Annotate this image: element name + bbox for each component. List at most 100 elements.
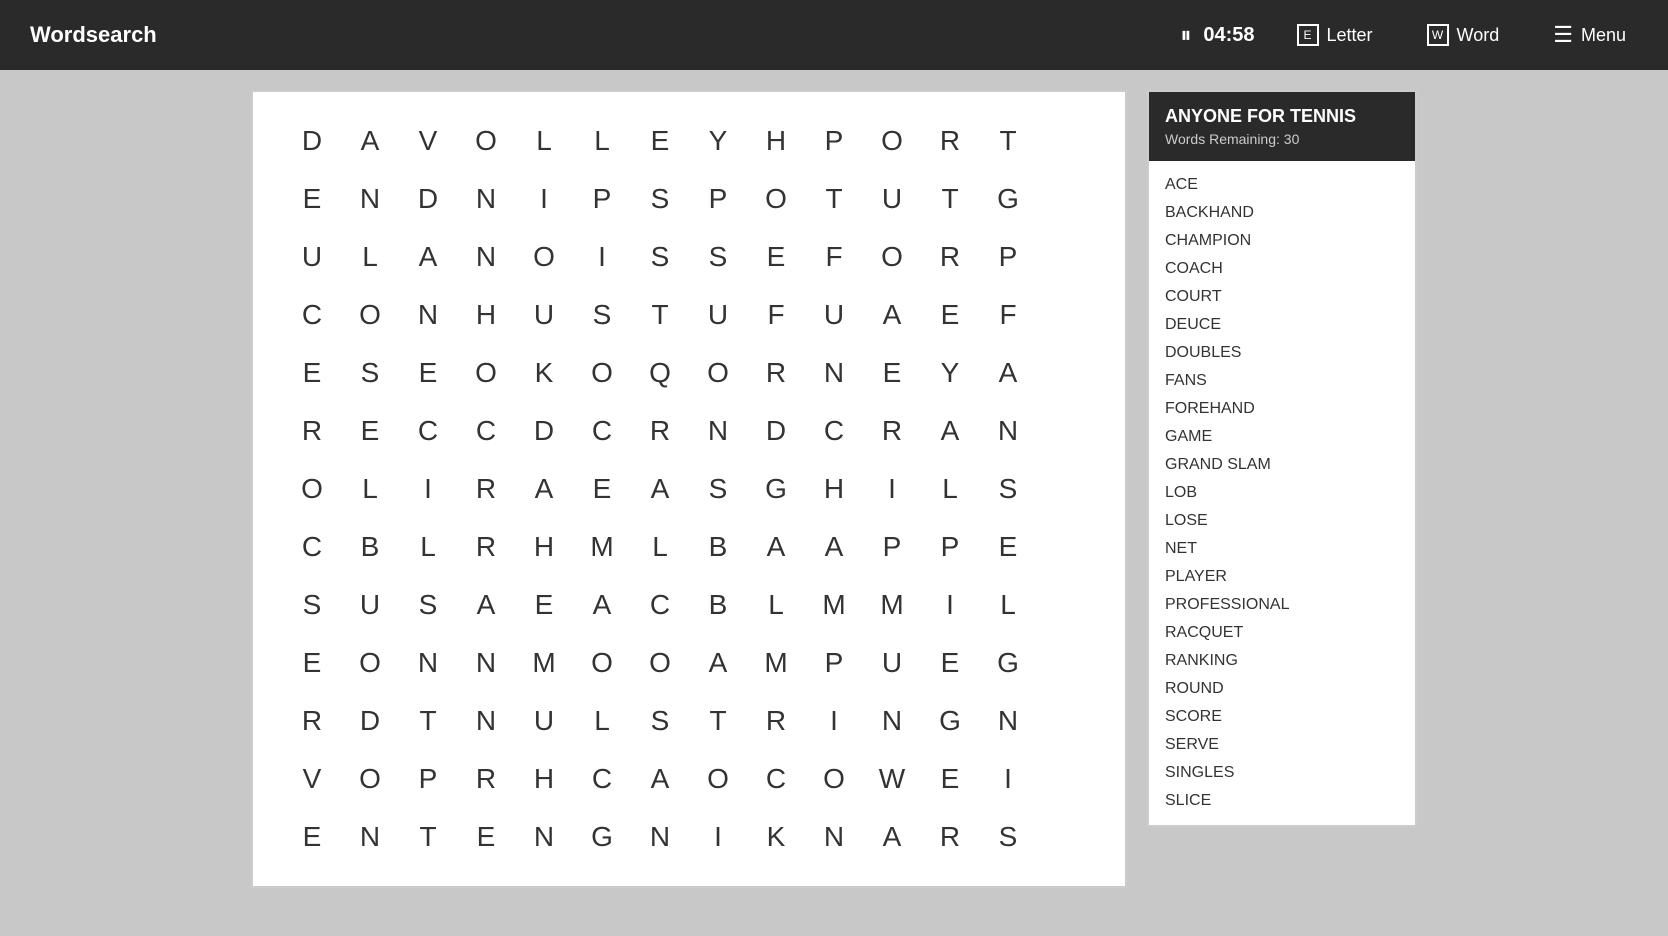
grid-cell[interactable]: E [399, 344, 457, 402]
grid-cell[interactable]: S [341, 344, 399, 402]
grid-cell[interactable] [1037, 228, 1095, 286]
grid-cell[interactable]: E [283, 634, 341, 692]
grid-cell[interactable]: O [863, 228, 921, 286]
grid-cell[interactable]: O [689, 344, 747, 402]
grid-cell[interactable]: N [515, 808, 573, 866]
grid-cell[interactable]: T [979, 112, 1037, 170]
grid-cell[interactable]: C [457, 402, 515, 460]
grid-cell[interactable]: L [747, 576, 805, 634]
grid-cell[interactable]: G [573, 808, 631, 866]
grid-cell[interactable]: O [573, 634, 631, 692]
grid-cell[interactable]: A [921, 402, 979, 460]
word-button[interactable]: W Word [1415, 18, 1512, 52]
grid-cell[interactable]: N [979, 402, 1037, 460]
grid-cell[interactable]: S [979, 460, 1037, 518]
grid-cell[interactable] [1037, 750, 1095, 808]
grid-cell[interactable]: N [341, 808, 399, 866]
grid-cell[interactable]: S [399, 576, 457, 634]
grid-cell[interactable]: M [573, 518, 631, 576]
grid-cell[interactable]: B [341, 518, 399, 576]
grid-cell[interactable]: T [805, 170, 863, 228]
grid-cell[interactable] [1037, 460, 1095, 518]
grid-cell[interactable]: M [515, 634, 573, 692]
grid-cell[interactable]: O [457, 344, 515, 402]
grid-cell[interactable]: R [863, 402, 921, 460]
grid-cell[interactable]: A [863, 808, 921, 866]
grid-cell[interactable]: H [457, 286, 515, 344]
grid-cell[interactable]: S [979, 808, 1037, 866]
grid-cell[interactable]: L [921, 460, 979, 518]
grid-cell[interactable]: L [631, 518, 689, 576]
grid-cell[interactable]: U [805, 286, 863, 344]
grid-cell[interactable]: S [283, 576, 341, 634]
grid-cell[interactable]: K [515, 344, 573, 402]
grid-cell[interactable]: N [805, 344, 863, 402]
grid-cell[interactable]: T [399, 808, 457, 866]
grid-cell[interactable]: E [515, 576, 573, 634]
grid-cell[interactable]: G [921, 692, 979, 750]
grid-cell[interactable] [1037, 112, 1095, 170]
pause-button[interactable]: ⏸ 04:58 [1180, 22, 1254, 48]
grid-cell[interactable]: O [863, 112, 921, 170]
grid-cell[interactable]: T [399, 692, 457, 750]
grid-cell[interactable]: B [689, 518, 747, 576]
grid-cell[interactable]: A [631, 460, 689, 518]
grid-cell[interactable]: M [747, 634, 805, 692]
grid-cell[interactable]: N [631, 808, 689, 866]
grid-cell[interactable]: E [283, 170, 341, 228]
grid-cell[interactable]: P [689, 170, 747, 228]
grid-cell[interactable]: R [457, 518, 515, 576]
grid-cell[interactable]: M [863, 576, 921, 634]
grid-cell[interactable]: E [747, 228, 805, 286]
grid-cell[interactable] [1037, 692, 1095, 750]
grid-cell[interactable]: V [399, 112, 457, 170]
grid-cell[interactable]: O [631, 634, 689, 692]
grid-cell[interactable] [1037, 634, 1095, 692]
grid-cell[interactable]: N [805, 808, 863, 866]
grid-cell[interactable]: S [689, 228, 747, 286]
grid-cell[interactable]: U [689, 286, 747, 344]
grid-cell[interactable]: L [573, 692, 631, 750]
grid-cell[interactable]: I [805, 692, 863, 750]
grid-cell[interactable]: H [747, 112, 805, 170]
grid-cell[interactable]: P [573, 170, 631, 228]
grid-cell[interactable]: I [863, 460, 921, 518]
grid-cell[interactable] [1037, 402, 1095, 460]
grid-cell[interactable]: V [283, 750, 341, 808]
grid-cell[interactable]: P [921, 518, 979, 576]
grid-cell[interactable]: R [283, 402, 341, 460]
grid-cell[interactable]: W [863, 750, 921, 808]
grid-cell[interactable]: U [283, 228, 341, 286]
grid-cell[interactable]: H [515, 750, 573, 808]
grid-cell[interactable]: U [515, 692, 573, 750]
grid-cell[interactable] [1037, 518, 1095, 576]
grid-cell[interactable]: M [805, 576, 863, 634]
grid-cell[interactable]: C [747, 750, 805, 808]
grid-cell[interactable]: N [457, 634, 515, 692]
grid-cell[interactable]: C [283, 286, 341, 344]
grid-cell[interactable]: G [979, 170, 1037, 228]
grid-cell[interactable]: H [515, 518, 573, 576]
grid-cell[interactable]: A [631, 750, 689, 808]
grid-cell[interactable]: N [689, 402, 747, 460]
grid-cell[interactable]: O [341, 286, 399, 344]
grid-cell[interactable]: R [747, 692, 805, 750]
grid-cell[interactable]: C [283, 518, 341, 576]
grid-cell[interactable]: U [863, 634, 921, 692]
grid-cell[interactable]: D [341, 692, 399, 750]
grid-cell[interactable]: C [573, 402, 631, 460]
grid-cell[interactable]: C [631, 576, 689, 634]
grid-cell[interactable]: N [399, 634, 457, 692]
grid-cell[interactable]: P [805, 634, 863, 692]
grid-cell[interactable]: O [341, 634, 399, 692]
grid-cell[interactable]: E [921, 634, 979, 692]
grid-cell[interactable]: D [747, 402, 805, 460]
grid-cell[interactable]: N [457, 228, 515, 286]
grid-cell[interactable]: K [747, 808, 805, 866]
grid-cell[interactable]: E [979, 518, 1037, 576]
grid-cell[interactable]: R [457, 750, 515, 808]
grid-cell[interactable]: N [399, 286, 457, 344]
grid-cell[interactable]: T [921, 170, 979, 228]
grid-cell[interactable]: R [283, 692, 341, 750]
grid-cell[interactable]: O [341, 750, 399, 808]
